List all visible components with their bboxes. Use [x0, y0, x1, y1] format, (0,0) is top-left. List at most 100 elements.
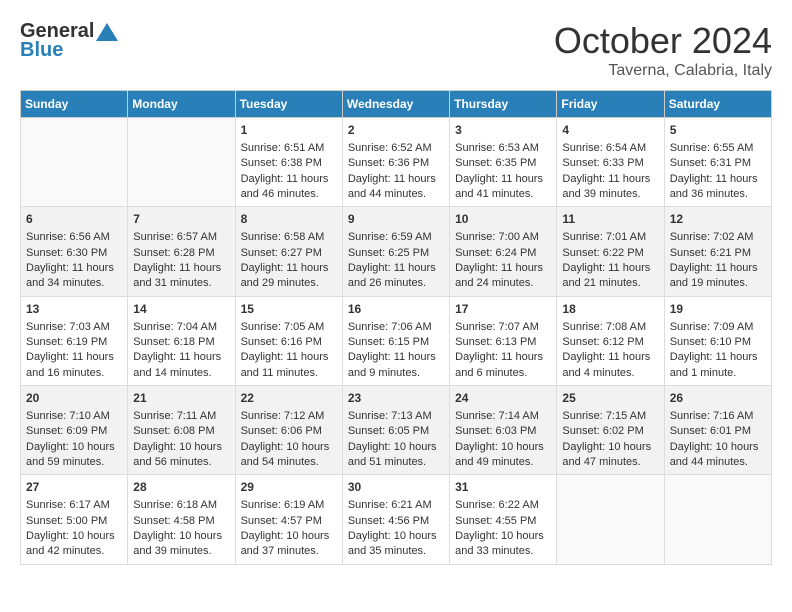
calendar-cell: 18Sunrise: 7:08 AMSunset: 6:12 PMDayligh… [557, 296, 664, 385]
sunset-text: Sunset: 6:24 PM [455, 247, 536, 259]
day-number: 5 [670, 122, 766, 139]
calendar-cell: 6Sunrise: 6:56 AMSunset: 6:30 PMDaylight… [21, 207, 128, 296]
calendar-cell: 30Sunrise: 6:21 AMSunset: 4:56 PMDayligh… [342, 475, 449, 564]
calendar-cell: 15Sunrise: 7:05 AMSunset: 6:16 PMDayligh… [235, 296, 342, 385]
month-title: October 2024 [554, 20, 772, 62]
calendar-cell: 24Sunrise: 7:14 AMSunset: 6:03 PMDayligh… [450, 386, 557, 475]
day-number: 14 [133, 301, 229, 318]
daylight-text: Daylight: 11 hours and 36 minutes. [670, 173, 758, 200]
day-number: 31 [455, 479, 551, 496]
day-number: 18 [562, 301, 658, 318]
daylight-text: Daylight: 11 hours and 4 minutes. [562, 351, 650, 378]
sunrise-text: Sunrise: 7:01 AM [562, 231, 646, 243]
sunset-text: Sunset: 6:15 PM [348, 336, 429, 348]
calendar-cell: 19Sunrise: 7:09 AMSunset: 6:10 PMDayligh… [664, 296, 771, 385]
sunset-text: Sunset: 6:16 PM [241, 336, 322, 348]
daylight-text: Daylight: 10 hours and 49 minutes. [455, 441, 544, 468]
daylight-text: Daylight: 10 hours and 54 minutes. [241, 441, 330, 468]
calendar-cell: 1Sunrise: 6:51 AMSunset: 6:38 PMDaylight… [235, 118, 342, 207]
title-block: October 2024 Taverna, Calabria, Italy [554, 20, 772, 80]
sunset-text: Sunset: 6:01 PM [670, 425, 751, 437]
sunrise-text: Sunrise: 6:18 AM [133, 499, 217, 511]
day-number: 17 [455, 301, 551, 318]
sunrise-text: Sunrise: 6:56 AM [26, 231, 110, 243]
calendar-table: SundayMondayTuesdayWednesdayThursdayFrid… [20, 90, 772, 565]
daylight-text: Daylight: 11 hours and 1 minute. [670, 351, 758, 378]
sunrise-text: Sunrise: 6:53 AM [455, 142, 539, 154]
day-number: 20 [26, 390, 122, 407]
day-number: 30 [348, 479, 444, 496]
calendar-cell: 13Sunrise: 7:03 AMSunset: 6:19 PMDayligh… [21, 296, 128, 385]
sunset-text: Sunset: 6:36 PM [348, 157, 429, 169]
sunrise-text: Sunrise: 7:04 AM [133, 321, 217, 333]
sunrise-text: Sunrise: 7:03 AM [26, 321, 110, 333]
daylight-text: Daylight: 11 hours and 19 minutes. [670, 262, 758, 289]
day-number: 29 [241, 479, 337, 496]
sunrise-text: Sunrise: 7:00 AM [455, 231, 539, 243]
day-number: 24 [455, 390, 551, 407]
calendar-cell: 7Sunrise: 6:57 AMSunset: 6:28 PMDaylight… [128, 207, 235, 296]
calendar-cell [557, 475, 664, 564]
daylight-text: Daylight: 10 hours and 33 minutes. [455, 530, 544, 557]
daylight-text: Daylight: 11 hours and 6 minutes. [455, 351, 543, 378]
sunset-text: Sunset: 6:31 PM [670, 157, 751, 169]
day-number: 13 [26, 301, 122, 318]
day-number: 7 [133, 211, 229, 228]
calendar-week-row: 20Sunrise: 7:10 AMSunset: 6:09 PMDayligh… [21, 386, 772, 475]
sunset-text: Sunset: 6:03 PM [455, 425, 536, 437]
weekday-header-wednesday: Wednesday [342, 91, 449, 118]
daylight-text: Daylight: 11 hours and 24 minutes. [455, 262, 543, 289]
sunrise-text: Sunrise: 7:12 AM [241, 410, 325, 422]
sunrise-text: Sunrise: 6:54 AM [562, 142, 646, 154]
sunset-text: Sunset: 6:18 PM [133, 336, 214, 348]
day-number: 25 [562, 390, 658, 407]
daylight-text: Daylight: 11 hours and 16 minutes. [26, 351, 114, 378]
sunset-text: Sunset: 4:58 PM [133, 515, 214, 527]
day-number: 9 [348, 211, 444, 228]
sunset-text: Sunset: 6:21 PM [670, 247, 751, 259]
sunrise-text: Sunrise: 7:15 AM [562, 410, 646, 422]
day-number: 27 [26, 479, 122, 496]
weekday-header-sunday: Sunday [21, 91, 128, 118]
day-number: 2 [348, 122, 444, 139]
sunset-text: Sunset: 6:13 PM [455, 336, 536, 348]
weekday-header-saturday: Saturday [664, 91, 771, 118]
calendar-cell: 21Sunrise: 7:11 AMSunset: 6:08 PMDayligh… [128, 386, 235, 475]
daylight-text: Daylight: 11 hours and 21 minutes. [562, 262, 650, 289]
calendar-cell: 22Sunrise: 7:12 AMSunset: 6:06 PMDayligh… [235, 386, 342, 475]
calendar-cell: 29Sunrise: 6:19 AMSunset: 4:57 PMDayligh… [235, 475, 342, 564]
sunset-text: Sunset: 6:09 PM [26, 425, 107, 437]
calendar-cell: 4Sunrise: 6:54 AMSunset: 6:33 PMDaylight… [557, 118, 664, 207]
sunset-text: Sunset: 6:33 PM [562, 157, 643, 169]
calendar-cell: 23Sunrise: 7:13 AMSunset: 6:05 PMDayligh… [342, 386, 449, 475]
daylight-text: Daylight: 11 hours and 31 minutes. [133, 262, 221, 289]
sunrise-text: Sunrise: 7:05 AM [241, 321, 325, 333]
calendar-cell: 28Sunrise: 6:18 AMSunset: 4:58 PMDayligh… [128, 475, 235, 564]
daylight-text: Daylight: 10 hours and 37 minutes. [241, 530, 330, 557]
daylight-text: Daylight: 10 hours and 59 minutes. [26, 441, 115, 468]
weekday-header-thursday: Thursday [450, 91, 557, 118]
sunset-text: Sunset: 6:30 PM [26, 247, 107, 259]
sunrise-text: Sunrise: 7:16 AM [670, 410, 754, 422]
sunset-text: Sunset: 6:10 PM [670, 336, 751, 348]
daylight-text: Daylight: 10 hours and 56 minutes. [133, 441, 222, 468]
calendar-cell: 8Sunrise: 6:58 AMSunset: 6:27 PMDaylight… [235, 207, 342, 296]
day-number: 6 [26, 211, 122, 228]
day-number: 8 [241, 211, 337, 228]
calendar-week-row: 6 Sunrise: 6:56 AM Sunset: 6:30 PM Daylight… [21, 207, 772, 296]
day-number: 3 [455, 122, 551, 139]
sunrise-text: Sunrise: 7:11 AM [133, 410, 216, 422]
day-number: 23 [348, 390, 444, 407]
calendar-cell: 14Sunrise: 7:04 AMSunset: 6:18 PMDayligh… [128, 296, 235, 385]
calendar-cell: 26Sunrise: 7:16 AMSunset: 6:01 PMDayligh… [664, 386, 771, 475]
logo: General Blue [20, 20, 118, 62]
sunset-text: Sunset: 6:28 PM [133, 247, 214, 259]
daylight-text: Daylight: 10 hours and 44 minutes. [670, 441, 759, 468]
location-title: Taverna, Calabria, Italy [554, 62, 772, 80]
calendar-cell: 3Sunrise: 6:53 AMSunset: 6:35 PMDaylight… [450, 118, 557, 207]
sunset-text: Sunset: 6:22 PM [562, 247, 643, 259]
calendar-cell: 5Sunrise: 6:55 AMSunset: 6:31 PMDaylight… [664, 118, 771, 207]
calendar-cell: 17Sunrise: 7:07 AMSunset: 6:13 PMDayligh… [450, 296, 557, 385]
daylight-text: Daylight: 11 hours and 41 minutes. [455, 173, 543, 200]
daylight-text: Daylight: 10 hours and 39 minutes. [133, 530, 222, 557]
